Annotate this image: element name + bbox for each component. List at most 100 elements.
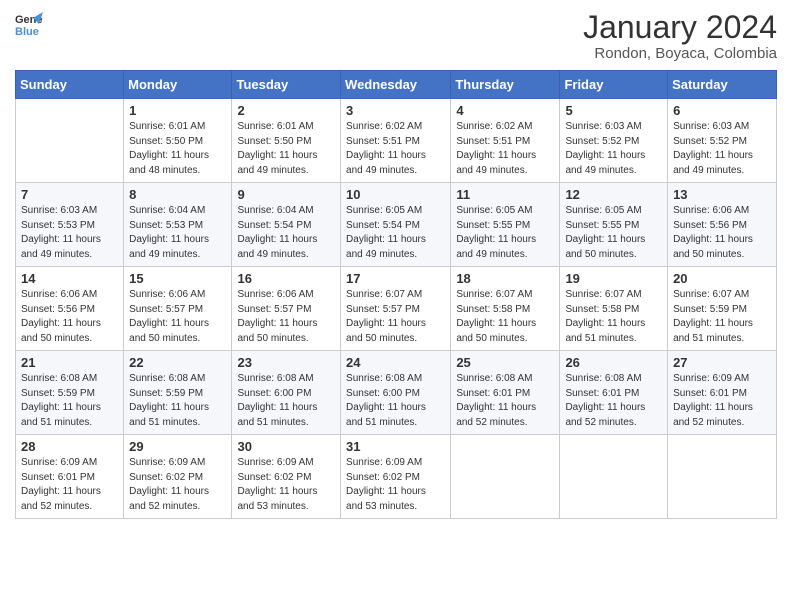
table-row: 19 Sunrise: 6:07 AM Sunset: 5:58 PM Dayli…: [560, 267, 668, 351]
table-row: 10 Sunrise: 6:05 AM Sunset: 5:54 PM Dayli…: [341, 183, 451, 267]
svg-text:Blue: Blue: [15, 26, 39, 38]
day-info: Sunrise: 6:07 AM Sunset: 5:59 PM Dayligh…: [673, 288, 771, 346]
table-row: 18 Sunrise: 6:07 AM Sunset: 5:58 PM Dayli…: [451, 267, 560, 351]
day-number: 23: [237, 355, 335, 370]
table-row: [451, 435, 560, 519]
table-row: 31 Sunrise: 6:09 AM Sunset: 6:02 PM Dayli…: [341, 435, 451, 519]
table-row: 25 Sunrise: 6:08 AM Sunset: 6:01 PM Dayli…: [451, 351, 560, 435]
table-row: 17Sunrise: 6:07 AM Sunset: 5:57 PM Dayli…: [341, 267, 451, 351]
table-row: 12 Sunrise: 6:05 AM Sunset: 5:55 PM Dayli…: [560, 183, 668, 267]
table-row: 14 Sunrise: 6:06 AM Sunset: 5:56 PM Dayli…: [16, 267, 124, 351]
table-row: 11Sunrise: 6:05 AM Sunset: 5:55 PM Dayli…: [451, 183, 560, 267]
day-info: Sunrise: 6:04 AM Sunset: 5:53 PM Dayligh…: [129, 204, 226, 262]
day-info: Sunrise: 6:09 AM Sunset: 6:02 PM Dayligh…: [237, 456, 335, 514]
day-info: Sunrise: 6:03 AM Sunset: 5:52 PM Dayligh…: [673, 120, 771, 178]
day-info: Sunrise: 6:06 AM Sunset: 5:56 PM Dayligh…: [21, 288, 118, 346]
title-block: January 2024 Rondon, Boyaca, Colombia: [583, 10, 777, 62]
day-info: Sunrise: 6:03 AM Sunset: 5:52 PM Dayligh…: [565, 120, 662, 178]
table-row: 26 Sunrise: 6:08 AM Sunset: 6:01 PM Dayli…: [560, 351, 668, 435]
col-monday: Monday: [124, 71, 232, 99]
day-number: 6: [673, 103, 771, 118]
day-number: 1: [129, 103, 226, 118]
week-row-2: 14 Sunrise: 6:06 AM Sunset: 5:56 PM Dayli…: [16, 267, 777, 351]
day-info: Sunrise: 6:02 AM Sunset: 5:51 PM Dayligh…: [456, 120, 554, 178]
day-number: 9: [237, 187, 335, 202]
logo-icon: General Blue: [15, 10, 43, 38]
week-row-1: 7 Sunrise: 6:03 AM Sunset: 5:53 PM Daylig…: [16, 183, 777, 267]
day-info: Sunrise: 6:03 AM Sunset: 5:53 PM Dayligh…: [21, 204, 118, 262]
table-row: [560, 435, 668, 519]
calendar-body: 1 Sunrise: 6:01 AM Sunset: 5:50 PM Daylig…: [16, 99, 777, 519]
day-info: Sunrise: 6:02 AM Sunset: 5:51 PM Dayligh…: [346, 120, 445, 178]
col-tuesday: Tuesday: [232, 71, 341, 99]
table-row: 22 Sunrise: 6:08 AM Sunset: 5:59 PM Dayli…: [124, 351, 232, 435]
day-info: Sunrise: 6:05 AM Sunset: 5:54 PM Dayligh…: [346, 204, 445, 262]
day-number: 25: [456, 355, 554, 370]
day-info: Sunrise: 6:08 AM Sunset: 6:00 PM Dayligh…: [237, 372, 335, 430]
day-number: 28: [21, 439, 118, 454]
day-info: Sunrise: 6:07 AM Sunset: 5:58 PM Dayligh…: [565, 288, 662, 346]
day-number: 21: [21, 355, 118, 370]
table-row: 2Sunrise: 6:01 AM Sunset: 5:50 PM Daylig…: [232, 99, 341, 183]
table-row: 13 Sunrise: 6:06 AM Sunset: 5:56 PM Dayli…: [668, 183, 777, 267]
page: General Blue January 2024 Rondon, Boyaca…: [0, 0, 792, 612]
day-info: Sunrise: 6:06 AM Sunset: 5:56 PM Dayligh…: [673, 204, 771, 262]
day-number: 2: [237, 103, 335, 118]
day-info: Sunrise: 6:07 AM Sunset: 5:58 PM Dayligh…: [456, 288, 554, 346]
day-number: 18: [456, 271, 554, 286]
day-info: Sunrise: 6:01 AM Sunset: 5:50 PM Dayligh…: [129, 120, 226, 178]
day-number: 12: [565, 187, 662, 202]
day-number: 22: [129, 355, 226, 370]
day-number: 13: [673, 187, 771, 202]
table-row: 30 Sunrise: 6:09 AM Sunset: 6:02 PM Dayli…: [232, 435, 341, 519]
day-info: Sunrise: 6:08 AM Sunset: 5:59 PM Dayligh…: [129, 372, 226, 430]
table-row: 28 Sunrise: 6:09 AM Sunset: 6:01 PM Dayli…: [16, 435, 124, 519]
table-row: 21Sunrise: 6:08 AM Sunset: 5:59 PM Dayli…: [16, 351, 124, 435]
week-row-3: 21 Sunrise: 6:08 AM Sunset: 5:59 PM Dayli…: [16, 351, 777, 435]
day-info: Sunrise: 6:08 AM Sunset: 6:00 PM Dayligh…: [346, 372, 445, 430]
day-number: 24: [346, 355, 445, 370]
table-row: [16, 99, 124, 183]
table-row: 9Sunrise: 6:04 AM Sunset: 5:54 PM Daylig…: [232, 183, 341, 267]
day-number: 15: [129, 271, 226, 286]
day-info: Sunrise: 6:09 AM Sunset: 6:02 PM Dayligh…: [346, 456, 445, 514]
day-number: 26: [565, 355, 662, 370]
logo: General Blue: [15, 10, 43, 38]
day-number: 4: [456, 103, 554, 118]
day-number: 10: [346, 187, 445, 202]
subtitle: Rondon, Boyaca, Colombia: [583, 45, 777, 62]
day-info: Sunrise: 6:09 AM Sunset: 6:01 PM Dayligh…: [673, 372, 771, 430]
col-thursday: Thursday: [451, 71, 560, 99]
day-info: Sunrise: 6:05 AM Sunset: 5:55 PM Dayligh…: [565, 204, 662, 262]
table-row: [668, 435, 777, 519]
day-number: 14: [21, 271, 118, 286]
table-row: 23 Sunrise: 6:08 AM Sunset: 6:00 PM Dayli…: [232, 351, 341, 435]
table-row: 4 Sunrise: 6:02 AM Sunset: 5:51 PM Daylig…: [451, 99, 560, 183]
table-row: 3 Sunrise: 6:02 AM Sunset: 5:51 PM Daylig…: [341, 99, 451, 183]
table-row: 15Sunrise: 6:06 AM Sunset: 5:57 PM Dayli…: [124, 267, 232, 351]
day-info: Sunrise: 6:08 AM Sunset: 6:01 PM Dayligh…: [565, 372, 662, 430]
day-number: 19: [565, 271, 662, 286]
col-wednesday: Wednesday: [341, 71, 451, 99]
day-number: 3: [346, 103, 445, 118]
day-info: Sunrise: 6:05 AM Sunset: 5:55 PM Dayligh…: [456, 204, 554, 262]
table-row: 29 Sunrise: 6:09 AM Sunset: 6:02 PM Dayli…: [124, 435, 232, 519]
day-number: 31: [346, 439, 445, 454]
day-info: Sunrise: 6:09 AM Sunset: 6:01 PM Dayligh…: [21, 456, 118, 514]
day-info: Sunrise: 6:09 AM Sunset: 6:02 PM Dayligh…: [129, 456, 226, 514]
table-row: 24 Sunrise: 6:08 AM Sunset: 6:00 PM Dayli…: [341, 351, 451, 435]
table-row: 6 Sunrise: 6:03 AM Sunset: 5:52 PM Daylig…: [668, 99, 777, 183]
table-row: 7 Sunrise: 6:03 AM Sunset: 5:53 PM Daylig…: [16, 183, 124, 267]
day-number: 17: [346, 271, 445, 286]
header-row: Sunday Monday Tuesday Wednesday Thursday…: [16, 71, 777, 99]
day-number: 7: [21, 187, 118, 202]
day-number: 29: [129, 439, 226, 454]
day-number: 5: [565, 103, 662, 118]
day-info: Sunrise: 6:08 AM Sunset: 6:01 PM Dayligh…: [456, 372, 554, 430]
day-number: 30: [237, 439, 335, 454]
week-row-0: 1 Sunrise: 6:01 AM Sunset: 5:50 PM Daylig…: [16, 99, 777, 183]
col-saturday: Saturday: [668, 71, 777, 99]
table-row: 20Sunrise: 6:07 AM Sunset: 5:59 PM Dayli…: [668, 267, 777, 351]
header: General Blue January 2024 Rondon, Boyaca…: [15, 10, 777, 62]
col-friday: Friday: [560, 71, 668, 99]
